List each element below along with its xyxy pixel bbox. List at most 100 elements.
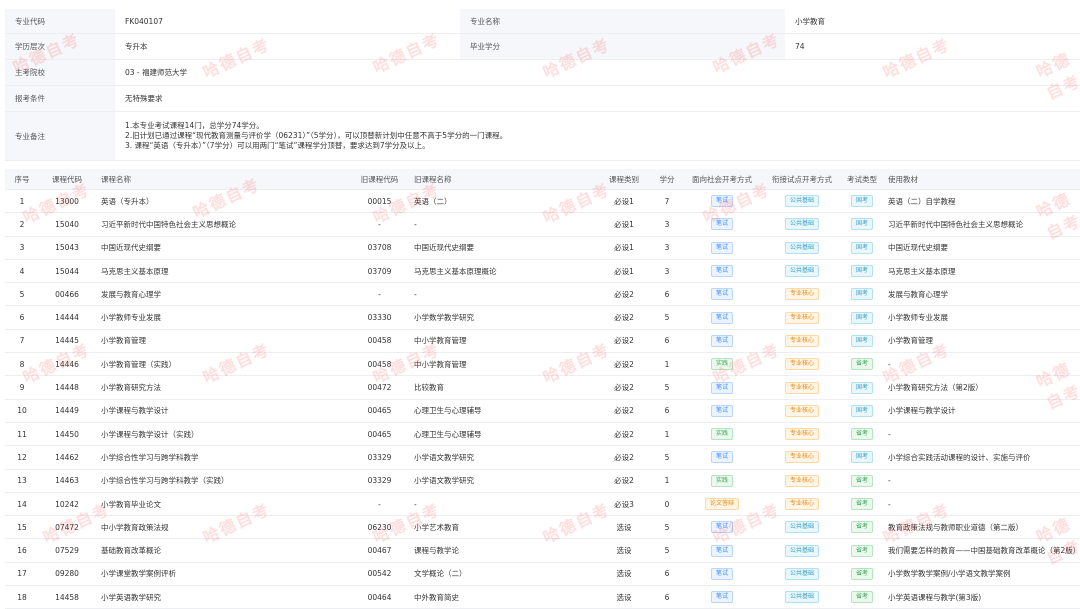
social-exam-tag: 笔试: [710, 591, 733, 604]
social-exam-tag-cell: 笔试: [682, 212, 762, 237]
social-exam-tag-cell: 笔试: [682, 399, 762, 423]
course-credit: 6: [652, 399, 682, 423]
course-code: 14463: [39, 469, 95, 493]
course-credit: 5: [652, 445, 682, 470]
exam-type-tag: 省考: [850, 428, 873, 441]
exam-type-tag: 国考: [850, 195, 873, 208]
course-category: 必设2: [596, 399, 652, 423]
pilot-exam-tag-cell: 公共基础: [762, 189, 842, 214]
col-header: 学分: [652, 169, 682, 190]
social-exam-tag-cell: 论文答辩: [682, 492, 762, 517]
row-number: 11: [5, 422, 39, 447]
pilot-exam-tag: 专业核心: [784, 474, 819, 487]
pilot-exam-tag: 专业核心: [784, 358, 819, 371]
exam-type-tag: 省考: [850, 591, 873, 604]
course-code: 14458: [39, 585, 95, 609]
social-exam-tag: 实践: [710, 358, 733, 371]
old-course-code: 03329: [351, 469, 408, 493]
exam-type-tag-cell: 国考: [842, 305, 882, 330]
table-row: 10 14449 小学课程与教学设计 00465 心理卫生与心理辅导 必设2 6 笔试 专业核心…: [5, 399, 1080, 423]
exam-type-tag-cell: 省考: [842, 352, 882, 377]
old-course-code: 00458: [351, 329, 408, 354]
course-credit: 6: [652, 329, 682, 354]
social-exam-tag: 笔试: [710, 451, 733, 464]
old-course-name: 中小学教育管理: [408, 352, 596, 377]
old-course-code: 00465: [351, 399, 408, 423]
pilot-exam-tag-cell: 公共基础: [762, 259, 842, 284]
exam-type-tag-cell: 省考: [842, 585, 882, 609]
pilot-exam-tag-cell: 公共基础: [762, 236, 842, 260]
course-code: 10242: [39, 492, 95, 517]
pilot-exam-tag: 专业核心: [784, 451, 819, 464]
course-name: 中小学教育政策法规: [95, 515, 351, 540]
course-name: 小学教育毕业论文: [95, 492, 351, 517]
pilot-exam-tag: 公共基础: [784, 195, 819, 208]
exam-type-tag: 国考: [850, 265, 873, 278]
social-exam-tag-cell: 笔试: [682, 585, 762, 609]
course-category: 必设2: [596, 329, 652, 354]
course-credit: 3: [652, 212, 682, 237]
old-course-name: 中外教育简史: [408, 585, 596, 609]
social-exam-tag-cell: 笔试: [682, 329, 762, 354]
social-exam-tag: 笔试: [710, 544, 733, 557]
major-name-value: 小学教育: [795, 16, 825, 26]
old-course-code: 03709: [351, 259, 408, 284]
old-course-name: -: [408, 212, 596, 237]
course-name: 发展与教育心理学: [95, 282, 351, 307]
row-number: 4: [5, 259, 39, 284]
old-course-name: 马克思主义基本原理概论: [408, 259, 596, 284]
course-category: 必设2: [596, 282, 652, 307]
exam-type-tag-cell: 省考: [842, 492, 882, 517]
exam-type-tag-cell: 省考: [842, 538, 882, 563]
col-header: 面向社会开考方式: [682, 169, 762, 190]
row-number: 16: [5, 538, 39, 563]
course-code: 07472: [39, 515, 95, 540]
credits-label: 毕业学分: [460, 34, 785, 59]
pilot-exam-tag-cell: 专业核心: [762, 375, 842, 400]
old-course-code: 03329: [351, 445, 408, 470]
col-header: 考试类型: [842, 169, 882, 190]
course-credit: 5: [652, 515, 682, 540]
old-course-code: 06230: [351, 515, 408, 540]
social-exam-tag-cell: 笔试: [682, 538, 762, 563]
pilot-exam-tag: 专业核心: [784, 498, 819, 510]
old-course-code: 03330: [351, 305, 408, 330]
table-row: 9 14448 小学教育研究方法 00472 比较教育 必设2 5 笔试 专业核心 国考 小学教育研…: [5, 375, 1080, 400]
exam-type-tag-cell: 省考: [842, 422, 882, 447]
table-row: 16 07529 基础教育改革概论 00467 课程与教学论 选设 5 笔试 公共基础 省考 我们需…: [5, 538, 1080, 563]
row-number: 9: [5, 375, 39, 400]
table-header-row: 序号 课程代码 课程名称 旧课程代码 旧课程名称 课程类别 学分 面向社会开考方…: [5, 169, 1080, 190]
social-exam-tag-cell: 笔试: [682, 562, 762, 587]
exam-type-tag-cell: 省考: [842, 515, 882, 540]
old-course-code: 00467: [351, 538, 408, 563]
textbook: 中国近现代史纲要: [882, 236, 1080, 260]
pilot-exam-tag: 公共基础: [784, 265, 819, 278]
course-code: 14446: [39, 352, 95, 377]
social-exam-tag-cell: 笔试: [682, 305, 762, 330]
row-number: 6: [5, 305, 39, 330]
row-number: 17: [5, 562, 39, 587]
exam-type-tag-cell: 国考: [842, 259, 882, 284]
col-header: 课程名称: [95, 169, 351, 190]
course-category: 选设: [596, 538, 652, 563]
row-number: 2: [5, 212, 39, 237]
condition-label: 报考条件: [5, 86, 115, 111]
exam-type-tag: 国考: [850, 241, 873, 254]
col-header: 衔接试点开考方式: [762, 169, 842, 190]
course-category: 必设2: [596, 352, 652, 377]
course-name: 小学课程与教学设计（实践）: [95, 422, 351, 447]
social-exam-tag-cell: 笔试: [682, 189, 762, 214]
col-header: 使用教材: [882, 169, 1080, 190]
row-number: 1: [5, 189, 39, 214]
note-line: 3. 课程“英语（专升本）”（7学分）可以用两门“笔试”课程学分顶替，要求达到7…: [125, 141, 430, 150]
info-row: 报考条件 无特殊要求: [5, 86, 1080, 112]
info-row: 主考院校 03 - 福建师范大学: [5, 60, 1080, 86]
course-credit: 7: [652, 189, 682, 214]
course-category: 必设2: [596, 422, 652, 447]
course-code: 13000: [39, 189, 95, 214]
credits-value: 74: [795, 42, 805, 51]
social-exam-tag: 论文答辩: [704, 498, 739, 510]
course-name: 小学英语教学研究: [95, 585, 351, 609]
old-course-name: 小学语文教学研究: [408, 469, 596, 493]
old-course-code: -: [351, 282, 408, 307]
